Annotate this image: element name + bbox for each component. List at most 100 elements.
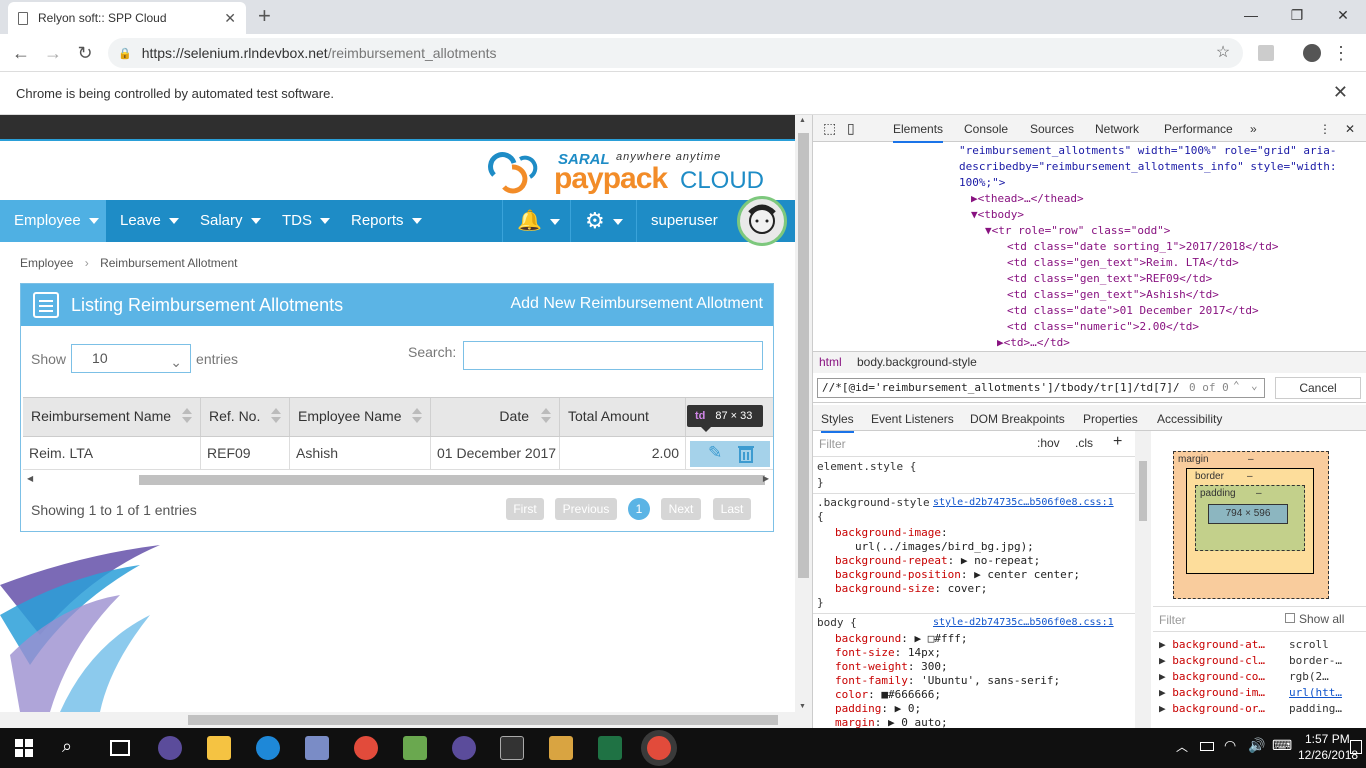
crumb-html[interactable]: html — [819, 355, 842, 369]
cls-button[interactable]: .cls — [1075, 436, 1093, 450]
notepad-plus-icon[interactable] — [403, 736, 427, 760]
page-horizontal-scrollbar[interactable] — [0, 712, 812, 728]
entries-select[interactable]: 10 ⌄ — [71, 344, 192, 373]
col-reimbursement-name[interactable]: Reimbursement Name — [23, 398, 201, 436]
delete-trash-icon[interactable] — [738, 445, 754, 463]
computed-row[interactable]: ▶ background-co… — [1159, 669, 1265, 685]
username[interactable]: superuser — [636, 200, 732, 242]
more-tabs-icon[interactable]: » — [1250, 122, 1257, 136]
crumb-body[interactable]: body.background-style — [857, 355, 977, 369]
inspect-element-icon[interactable]: ⬚ — [823, 120, 836, 137]
show-all-checkbox[interactable] — [1285, 613, 1295, 623]
styles-filter-input[interactable]: Filter — [819, 437, 846, 451]
file-explorer-icon[interactable] — [207, 736, 231, 760]
excel-icon[interactable] — [598, 736, 622, 760]
forward-button[interactable]: → — [40, 40, 66, 66]
nav-employee[interactable]: Employee — [0, 200, 106, 242]
pager-next[interactable]: Next — [661, 498, 701, 520]
dom-line[interactable]: ▼<tr role="row" class="odd"> — [985, 223, 1170, 239]
new-tab-button[interactable]: + — [258, 4, 271, 28]
pager-previous[interactable]: Previous — [555, 498, 617, 520]
volume-icon[interactable]: 🔊 — [1248, 737, 1265, 754]
computed-filter-input[interactable]: Filter — [1159, 613, 1186, 627]
chrome-icon[interactable] — [354, 736, 378, 760]
remote-desktop-icon[interactable] — [305, 736, 329, 760]
dom-line[interactable]: ▶<thead>…</thead> — [971, 191, 1084, 207]
tray-chevron-icon[interactable]: ︿ — [1176, 738, 1188, 755]
tab-network[interactable]: Network — [1095, 122, 1139, 136]
minimize-button[interactable]: — — [1228, 4, 1274, 28]
page-vertical-scrollbar[interactable]: ▲ ▼ — [795, 115, 812, 712]
dom-line[interactable]: <td class="gen_text">Ashish</td> — [1007, 287, 1219, 303]
nav-leave[interactable]: Leave — [106, 200, 179, 242]
search-input[interactable] — [463, 341, 763, 370]
nav-reports[interactable]: Reports — [337, 200, 422, 242]
computed-row[interactable]: ▶ background-or… — [1159, 701, 1265, 717]
reload-button[interactable]: ↻ — [72, 40, 98, 66]
eclipse-icon-2[interactable] — [452, 736, 476, 760]
tab-properties[interactable]: Properties — [1083, 412, 1138, 426]
close-infobar-icon[interactable]: ✕ — [1333, 82, 1348, 103]
extension-icon[interactable] — [1253, 40, 1279, 66]
col-date[interactable]: Date — [431, 398, 560, 436]
dom-line[interactable]: <td class="numeric">2.00</td> — [1007, 319, 1199, 335]
paint-icon[interactable] — [549, 736, 573, 760]
back-button[interactable]: ← — [8, 40, 34, 66]
pager-first[interactable]: First — [506, 498, 544, 520]
add-new-allotment-link[interactable]: Add New Reimbursement Allotment — [510, 295, 763, 313]
profile-icon[interactable] — [1299, 40, 1325, 66]
devtools-menu-icon[interactable]: ⋮ — [1319, 122, 1331, 136]
nav-salary[interactable]: Salary — [186, 200, 261, 242]
tab-sources[interactable]: Sources — [1030, 122, 1074, 136]
browser-tab[interactable]: Relyon soft:: SPP Cloud ✕ — [8, 2, 246, 34]
rule2-prop[interactable]: margin: ▶ 0 auto; — [835, 715, 948, 728]
col-employee-name[interactable]: Employee Name — [290, 398, 431, 436]
dom-line[interactable]: ▶<td>…</td> — [997, 335, 1070, 351]
find-next-icon[interactable]: ⌄ — [1251, 379, 1258, 392]
task-view-icon[interactable] — [110, 740, 130, 756]
close-window-button[interactable]: ✕ — [1320, 4, 1366, 28]
notifications-icon[interactable] — [1350, 740, 1362, 754]
nav-tds[interactable]: TDS — [268, 200, 330, 242]
rule2-selector[interactable]: body { — [817, 615, 857, 631]
table-horizontal-scrollbar[interactable]: ◀ ▶ — [23, 474, 773, 486]
address-bar[interactable]: 🔒 https://selenium.rlndevbox.net/reimbur… — [108, 38, 1243, 68]
dom-line[interactable]: <td class="gen_text">REF09</td> — [1007, 271, 1212, 287]
rule1-prop[interactable]: background-size: cover; — [835, 581, 987, 597]
col-total-amount[interactable]: Total Amount — [560, 398, 686, 436]
hov-button[interactable]: :hov — [1037, 436, 1060, 450]
eclipse-icon[interactable] — [158, 736, 182, 760]
bookmark-star-icon[interactable]: ☆ — [1210, 40, 1236, 66]
breadcrumb-employee[interactable]: Employee — [20, 256, 73, 270]
search-icon[interactable]: ⌕ — [62, 736, 72, 757]
battery-icon[interactable] — [1200, 742, 1214, 751]
dom-line[interactable]: "reimbursement_allotments" width="100%" … — [959, 143, 1337, 159]
rule1-selector[interactable]: .background-style — [817, 495, 930, 511]
settings-gear-icon[interactable]: ⚙ — [570, 200, 636, 242]
dom-line[interactable]: 100%;"> — [959, 175, 1005, 191]
edge-icon[interactable] — [256, 736, 280, 760]
ime-icon[interactable]: ⌨ — [1272, 737, 1292, 754]
clock-time[interactable]: 1:57 PM — [1305, 732, 1350, 746]
windows-start-icon[interactable] — [15, 739, 33, 757]
dom-line[interactable]: <td class="date sorting_1">2017/2018</td… — [1007, 239, 1279, 255]
command-prompt-icon[interactable] — [500, 736, 524, 760]
computed-row[interactable]: ▶ background-cl… — [1159, 653, 1265, 669]
styles-scrollbar[interactable] — [1135, 431, 1151, 728]
rule1-source-link[interactable]: style-d2b74735c…b506f0e8.css:1 — [933, 495, 1114, 511]
tab-dom-breakpoints[interactable]: DOM Breakpoints — [970, 412, 1065, 426]
computed-row[interactable]: ▶ background-at… — [1159, 637, 1265, 653]
dom-line[interactable]: <td class="gen_text">Reim. LTA</td> — [1007, 255, 1239, 271]
pager-page-1[interactable]: 1 — [628, 498, 650, 520]
tab-performance[interactable]: Performance — [1164, 122, 1233, 136]
chrome-active-icon[interactable] — [647, 736, 671, 760]
rule2-source-link[interactable]: style-d2b74735c…b506f0e8.css:1 — [933, 615, 1114, 631]
dom-line[interactable]: describedby="reimbursement_allotments_in… — [959, 159, 1337, 175]
menu-kebab-icon[interactable]: ⋮ — [1328, 40, 1354, 66]
tab-accessibility[interactable]: Accessibility — [1157, 412, 1222, 426]
maximize-button[interactable]: ❐ — [1274, 4, 1320, 28]
cancel-button[interactable]: Cancel — [1275, 377, 1361, 399]
find-prev-icon[interactable]: ⌃ — [1233, 379, 1240, 392]
dom-line[interactable]: <td class="date">01 December 2017</td> — [1007, 303, 1259, 319]
close-devtools-icon[interactable]: ✕ — [1345, 122, 1355, 136]
